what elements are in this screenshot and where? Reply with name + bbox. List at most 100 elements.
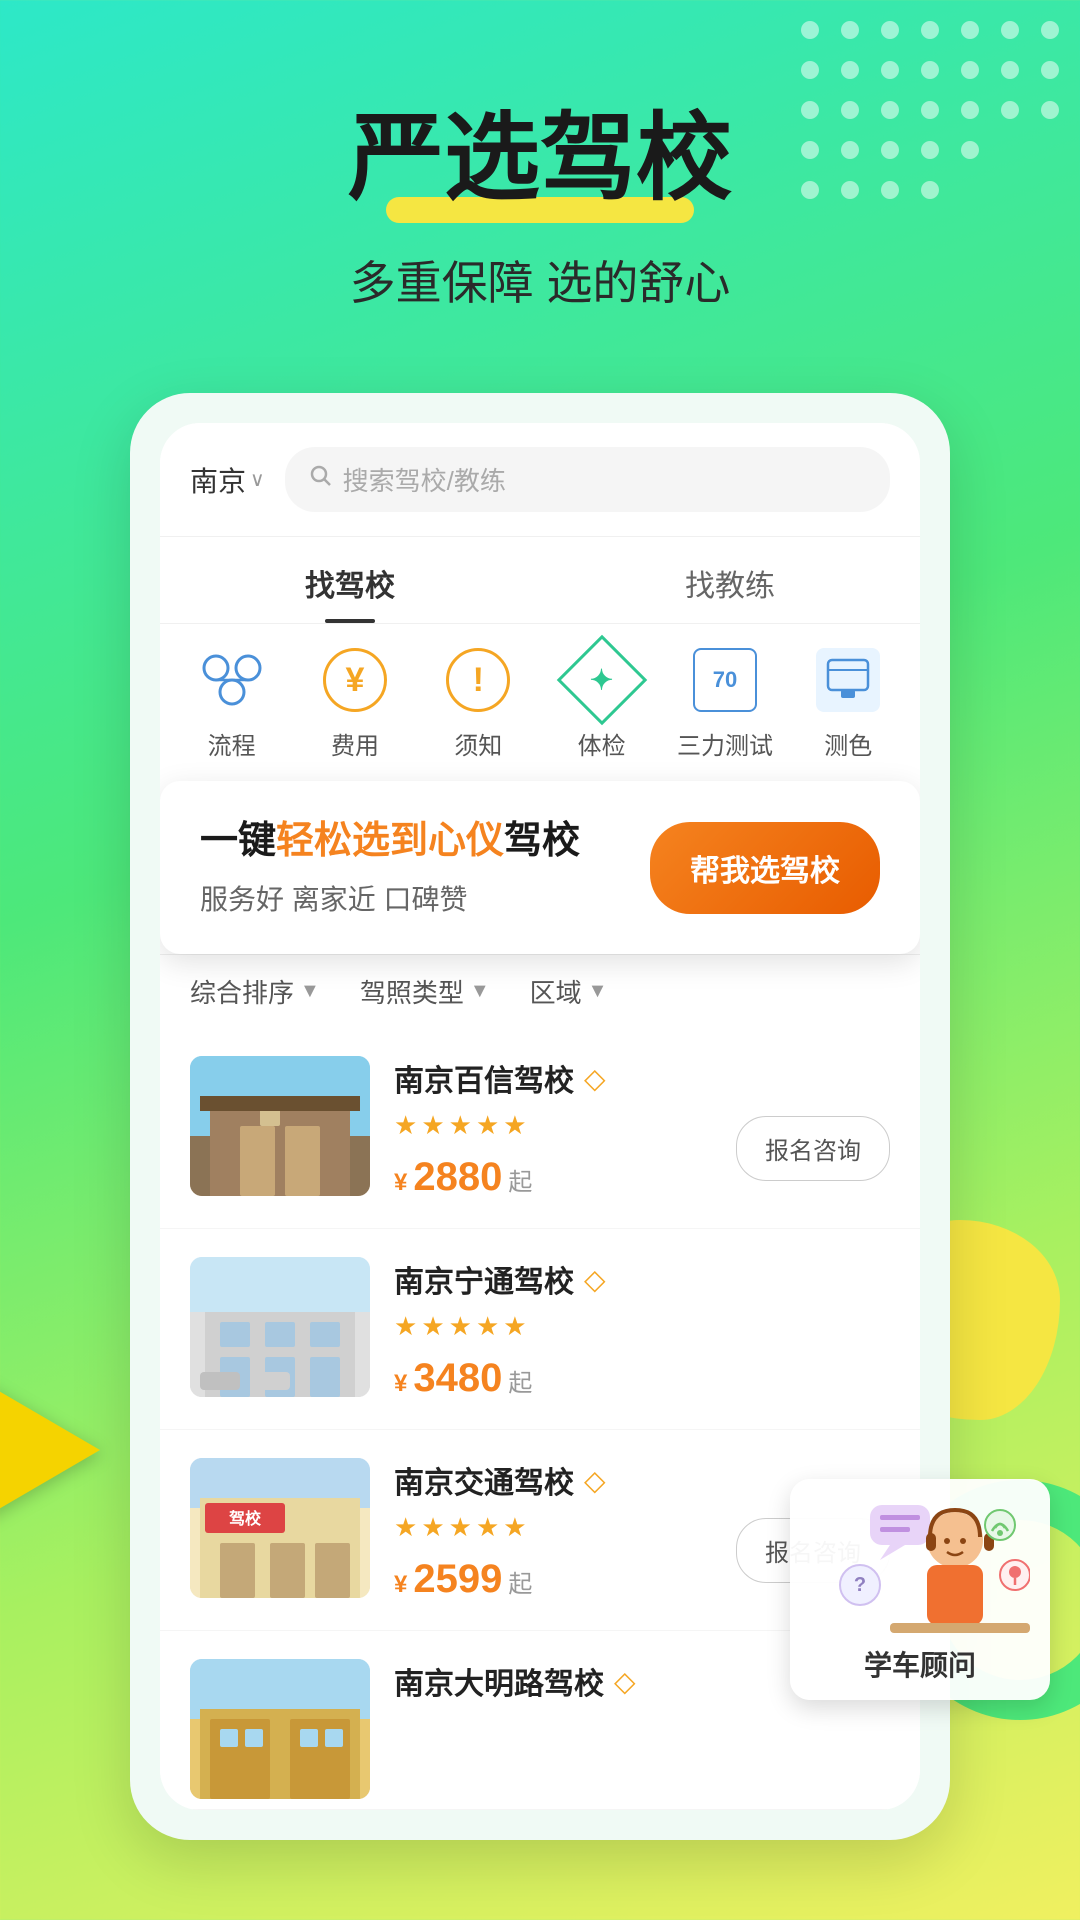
- school-name-row: 南京百信驾校 ◇: [394, 1056, 712, 1100]
- verified-badge-icon: ◇: [584, 1062, 606, 1095]
- filter-sort[interactable]: 综合排序 ▼: [190, 973, 320, 1010]
- search-placeholder: 搜索驾校/教练: [343, 461, 506, 498]
- search-input-wrapper[interactable]: 搜索驾校/教练: [285, 447, 890, 512]
- consult-button[interactable]: 报名咨询: [736, 1116, 890, 1181]
- stars-row: ★ ★ ★ ★ ★: [394, 1110, 712, 1141]
- school-thumbnail: 驾校: [190, 1458, 370, 1598]
- star-icon: ★: [449, 1311, 472, 1342]
- features-row: 流程 ¥ 费用 ! 须知 ✦: [160, 624, 920, 791]
- hero-subtitle: 多重保障 选的舒心: [350, 257, 731, 309]
- star-icon: ★: [394, 1512, 417, 1543]
- school-name-row: 南京交通驾校 ◇: [394, 1458, 712, 1502]
- hero-section: 严选驾校 多重保障 选的舒心: [0, 0, 1080, 353]
- star-icon: ★: [503, 1311, 526, 1342]
- feiyong-icon: ¥: [319, 644, 391, 716]
- school-thumbnail: [190, 1659, 370, 1799]
- price-symbol: ¥: [394, 1370, 407, 1398]
- star-icon: ★: [476, 1311, 499, 1342]
- price-row: ¥ 2880 起: [394, 1155, 712, 1200]
- liucheng-icon: [196, 644, 268, 716]
- filter-area[interactable]: 区域 ▼: [530, 973, 608, 1010]
- svg-text:?: ?: [854, 1574, 866, 1596]
- xuzhi-icon: !: [442, 644, 514, 716]
- school-name-row: 南京宁通驾校 ◇: [394, 1257, 866, 1301]
- search-bar: 南京 ∨ 搜索驾校/教练: [160, 423, 920, 537]
- promo-text-block: 一键轻松选到心仪驾校 服务好 离家近 口碑赞: [200, 817, 630, 918]
- filter-license-arrow-icon: ▼: [470, 980, 490, 1003]
- star-icon: ★: [394, 1311, 417, 1342]
- star-icon: ★: [421, 1110, 444, 1141]
- star-icon: ★: [421, 1512, 444, 1543]
- feature-feiyong-label: 费用: [331, 726, 379, 761]
- search-icon: [309, 464, 333, 495]
- price-suffix: 起: [508, 1564, 532, 1599]
- price-suffix: 起: [508, 1363, 532, 1398]
- star-icon: ★: [503, 1110, 526, 1141]
- feature-cese[interactable]: 测色: [793, 644, 903, 761]
- school-info: 南京宁通驾校 ◇ ★ ★ ★ ★ ★ ¥ 3480 起: [394, 1257, 866, 1401]
- school-name: 南京大明路驾校: [394, 1659, 604, 1703]
- advisor-illustration: ?: [810, 1495, 1030, 1635]
- price-amount: 3480: [413, 1356, 502, 1401]
- city-selector[interactable]: 南京 ∨: [190, 460, 265, 500]
- verified-badge-icon: ◇: [584, 1263, 606, 1296]
- price-symbol: ¥: [394, 1169, 407, 1197]
- school-name: 南京交通驾校: [394, 1458, 574, 1502]
- tabs-row: 找驾校 找教练: [160, 537, 920, 624]
- promo-sub-text: 服务好 离家近 口碑赞: [200, 878, 630, 918]
- school-item[interactable]: 南京百信驾校 ◇ ★ ★ ★ ★ ★ ¥ 2880 起: [160, 1028, 920, 1229]
- feature-tijian-label: 体检: [578, 726, 626, 761]
- promo-main-text: 一键轻松选到心仪驾校: [200, 817, 630, 866]
- svg-text:驾校: 驾校: [228, 1509, 262, 1528]
- tab-find-coach[interactable]: 找教练: [540, 537, 920, 623]
- star-icon: ★: [394, 1110, 417, 1141]
- sanli-icon: 70: [689, 644, 761, 716]
- cese-icon: [812, 644, 884, 716]
- school-thumbnail: [190, 1257, 370, 1397]
- city-chevron-icon: ∨: [250, 467, 265, 492]
- star-icon: ★: [449, 1110, 472, 1141]
- feature-feiyong[interactable]: ¥ 费用: [300, 644, 410, 761]
- filter-row: 综合排序 ▼ 驾照类型 ▼ 区域 ▼: [160, 954, 920, 1028]
- filter-area-arrow-icon: ▼: [588, 980, 608, 1003]
- verified-badge-icon: ◇: [584, 1464, 606, 1497]
- feature-liucheng[interactable]: 流程: [177, 644, 287, 761]
- stars-row: ★ ★ ★ ★ ★: [394, 1512, 712, 1543]
- feature-xuzhi[interactable]: ! 须知: [423, 644, 533, 761]
- feature-sanli-label: 三力测试: [677, 726, 773, 761]
- filter-license-type[interactable]: 驾照类型 ▼: [360, 973, 490, 1010]
- feature-liucheng-label: 流程: [208, 726, 256, 761]
- city-name: 南京: [190, 460, 246, 500]
- advisor-widget[interactable]: ? 学车顾问: [790, 1479, 1050, 1700]
- price-row: ¥ 2599 起: [394, 1557, 712, 1602]
- tab-find-school[interactable]: 找驾校: [160, 537, 540, 623]
- feature-xuzhi-label: 须知: [454, 726, 502, 761]
- filter-sort-arrow-icon: ▼: [300, 980, 320, 1003]
- star-icon: ★: [503, 1512, 526, 1543]
- school-info: 南京百信驾校 ◇ ★ ★ ★ ★ ★ ¥ 2880 起: [394, 1056, 712, 1200]
- feature-sanli[interactable]: 70 三力测试: [670, 644, 780, 761]
- tijian-icon: ✦: [566, 644, 638, 716]
- school-thumbnail: [190, 1056, 370, 1196]
- school-item[interactable]: 南京宁通驾校 ◇ ★ ★ ★ ★ ★ ¥ 3480 起: [160, 1229, 920, 1430]
- hero-title: 严选驾校: [60, 80, 1020, 219]
- help-select-button[interactable]: 帮我选驾校: [650, 822, 880, 914]
- school-name: 南京宁通驾校: [394, 1257, 574, 1301]
- star-icon: ★: [476, 1110, 499, 1141]
- advisor-title: 学车顾问: [806, 1644, 1034, 1684]
- school-name: 南京百信驾校: [394, 1056, 574, 1100]
- price-suffix: 起: [508, 1162, 532, 1197]
- price-row: ¥ 3480 起: [394, 1356, 866, 1401]
- school-actions: 报名咨询: [736, 1056, 890, 1181]
- school-info: 南京交通驾校 ◇ ★ ★ ★ ★ ★ ¥ 2599 起: [394, 1458, 712, 1602]
- feature-tijian[interactable]: ✦ 体检: [547, 644, 657, 761]
- star-icon: ★: [421, 1311, 444, 1342]
- feature-cese-label: 测色: [824, 726, 872, 761]
- price-amount: 2880: [413, 1155, 502, 1200]
- star-icon: ★: [449, 1512, 472, 1543]
- price-amount: 2599: [413, 1557, 502, 1602]
- stars-row: ★ ★ ★ ★ ★: [394, 1311, 866, 1342]
- verified-badge-icon: ◇: [614, 1665, 636, 1698]
- star-icon: ★: [476, 1512, 499, 1543]
- price-symbol: ¥: [394, 1571, 407, 1599]
